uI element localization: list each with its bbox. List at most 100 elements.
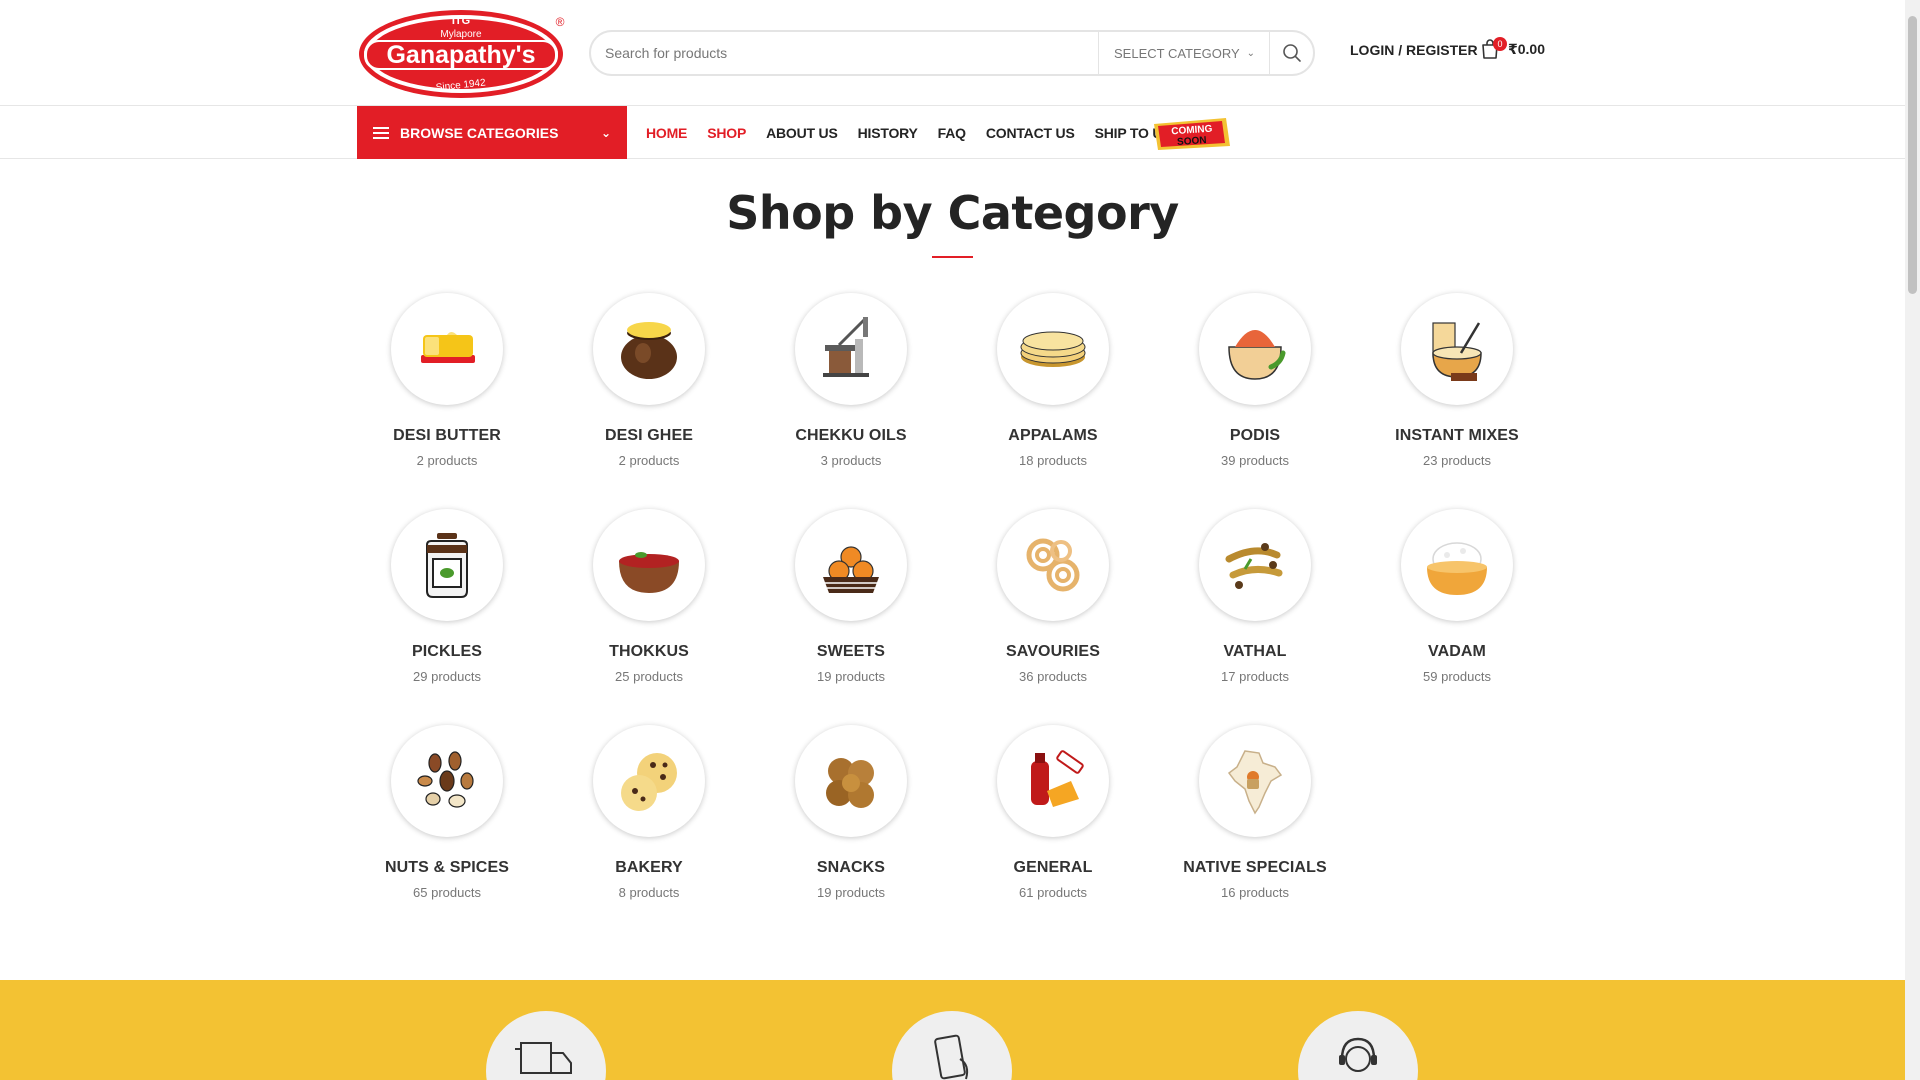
- title-underline: [932, 256, 973, 258]
- category-select-label: SELECT CATEGORY: [1114, 45, 1240, 61]
- category-count: 36 products: [1019, 669, 1087, 684]
- search-button[interactable]: [1269, 32, 1313, 74]
- nav-faq[interactable]: FAQ: [938, 125, 966, 141]
- card-payment-icon: [934, 1034, 969, 1080]
- laddu-basket-icon: [823, 546, 879, 593]
- category-count: 23 products: [1423, 453, 1491, 468]
- category-name: PODIS: [1229, 427, 1281, 444]
- chevron-down-icon: ⌄: [1246, 47, 1255, 59]
- svg-text:Ganapathy's: Ganapathy's: [386, 41, 535, 69]
- category-name: CHEKKU OILS: [795, 427, 907, 444]
- category-select[interactable]: SELECT CATEGORY ⌄: [1098, 32, 1269, 74]
- search-input[interactable]: [591, 32, 1098, 74]
- category-count: 3 products: [820, 453, 882, 468]
- main-navigation: BROWSE CATEGORIES ⌄ HOME SHOP ABOUT US H…: [0, 106, 1905, 159]
- browse-categories-label: BROWSE CATEGORIES: [400, 124, 559, 141]
- category-savouries[interactable]: SAVOURIES 36 products: [952, 509, 1154, 725]
- snack-cluster-icon: [826, 758, 874, 808]
- browse-categories-button[interactable]: BROWSE CATEGORIES ⌄: [357, 106, 627, 159]
- page-scrollbar[interactable]: [1905, 0, 1920, 1080]
- nav-history[interactable]: HISTORY: [858, 125, 918, 141]
- svg-text:®: ®: [556, 15, 565, 29]
- category-desi-butter[interactable]: DESI BUTTER 2 products: [346, 293, 548, 509]
- cookie-icon: [621, 753, 677, 811]
- delivery-truck-icon: [515, 1042, 572, 1074]
- category-name: NATIVE SPECIALS: [1183, 859, 1327, 876]
- nuts-icon: [417, 751, 474, 808]
- scrollbar-thumb[interactable]: [1908, 16, 1917, 294]
- category-general[interactable]: GENERAL 61 products: [952, 725, 1154, 941]
- category-thokkus[interactable]: THOKKUS 25 products: [548, 509, 750, 725]
- category-count: 61 products: [1019, 885, 1087, 900]
- category-count: 29 products: [413, 669, 481, 684]
- category-name: SWEETS: [816, 643, 886, 660]
- category-name: GENERAL: [1013, 859, 1093, 876]
- category-name: INSTANT MIXES: [1395, 427, 1519, 444]
- category-count: 19 products: [817, 885, 885, 900]
- category-desi-ghee[interactable]: DESI GHEE 2 products: [548, 293, 750, 509]
- nav-about-us[interactable]: ABOUT US: [766, 125, 838, 141]
- page-title: Shop by Category: [726, 186, 1179, 240]
- category-name: VADAM: [1428, 643, 1486, 660]
- category-appalams[interactable]: APPALAMS 18 products: [952, 293, 1154, 509]
- chevron-down-icon: ⌄: [600, 125, 611, 140]
- cart-button[interactable]: 0 ₹0.00: [1480, 37, 1545, 60]
- thokku-bowl-icon: [619, 552, 679, 593]
- category-name: THOKKUS: [609, 643, 689, 660]
- category-count: 16 products: [1221, 885, 1289, 900]
- category-count: 2 products: [416, 453, 478, 468]
- category-count: 39 products: [1221, 453, 1289, 468]
- coming-soon-badge: COMING SOON: [1154, 118, 1230, 150]
- cart-count-badge: 0: [1493, 37, 1507, 51]
- ganapathys-logo[interactable]: ITG Mylapore Ganapathy's Since 1942 ®: [356, 4, 569, 100]
- category-podis[interactable]: PODIS 39 products: [1154, 293, 1356, 509]
- category-bakery[interactable]: BAKERY 8 products: [548, 725, 750, 941]
- category-instant-mixes[interactable]: INSTANT MIXES 23 products: [1356, 293, 1558, 509]
- category-name: BAKERY: [615, 859, 683, 876]
- category-count: 2 products: [618, 453, 680, 468]
- oil-press-icon: [823, 317, 869, 377]
- dried-vathal-icon: [1225, 543, 1283, 589]
- butter-icon: [421, 332, 475, 363]
- india-map-icon: [1227, 750, 1283, 815]
- pickle-jar-icon: [426, 533, 468, 598]
- customer-support-icon: [1339, 1037, 1377, 1072]
- category-count: 8 products: [618, 885, 680, 900]
- svg-text:ITG: ITG: [452, 15, 470, 27]
- category-vathal[interactable]: VATHAL 17 products: [1154, 509, 1356, 725]
- nav-menu: HOME SHOP ABOUT US HISTORY FAQ CONTACT U…: [646, 106, 1201, 159]
- category-nuts-spices[interactable]: NUTS & SPICES 65 products: [346, 725, 548, 941]
- category-pickles[interactable]: PICKLES 29 products: [346, 509, 548, 725]
- search-bar: SELECT CATEGORY ⌄: [589, 30, 1315, 76]
- vadam-bowl-icon: [1427, 542, 1487, 595]
- category-name: SAVOURIES: [1006, 643, 1100, 660]
- ghee-pot-icon: [621, 322, 677, 379]
- nav-contact-us[interactable]: CONTACT US: [986, 125, 1075, 141]
- category-count: 19 products: [817, 669, 885, 684]
- category-vadam[interactable]: VADAM 59 products: [1356, 509, 1558, 725]
- category-count: 18 products: [1019, 453, 1087, 468]
- category-sweets[interactable]: SWEETS 19 products: [750, 509, 952, 725]
- nav-home[interactable]: HOME: [646, 125, 687, 141]
- site-header: ITG Mylapore Ganapathy's Since 1942 ® SE…: [0, 0, 1905, 106]
- hamburger-icon: [373, 124, 389, 142]
- category-snacks[interactable]: SNACKS 19 products: [750, 725, 952, 941]
- svg-text:Mylapore: Mylapore: [440, 29, 482, 40]
- mixing-bowl-icon: [1432, 322, 1482, 381]
- nav-shop[interactable]: SHOP: [707, 125, 746, 141]
- login-register-link[interactable]: LOGIN / REGISTER: [1350, 42, 1478, 58]
- category-count: 65 products: [413, 885, 481, 900]
- category-name: SNACKS: [816, 859, 886, 876]
- category-name: APPALAMS: [1008, 427, 1098, 444]
- murukku-icon: [1026, 538, 1080, 592]
- category-name: VATHAL: [1223, 643, 1287, 660]
- category-native-specials[interactable]: NATIVE SPECIALS 16 products: [1154, 725, 1356, 941]
- category-count: 17 products: [1221, 669, 1289, 684]
- category-name: PICKLES: [411, 643, 483, 660]
- cart-total: ₹0.00: [1508, 40, 1545, 57]
- search-icon: [1282, 44, 1301, 62]
- category-chekku-oils[interactable]: CHEKKU OILS 3 products: [750, 293, 952, 509]
- category-count: 59 products: [1423, 669, 1491, 684]
- category-name: DESI BUTTER: [393, 427, 501, 444]
- appalam-stack-icon: [1020, 331, 1086, 367]
